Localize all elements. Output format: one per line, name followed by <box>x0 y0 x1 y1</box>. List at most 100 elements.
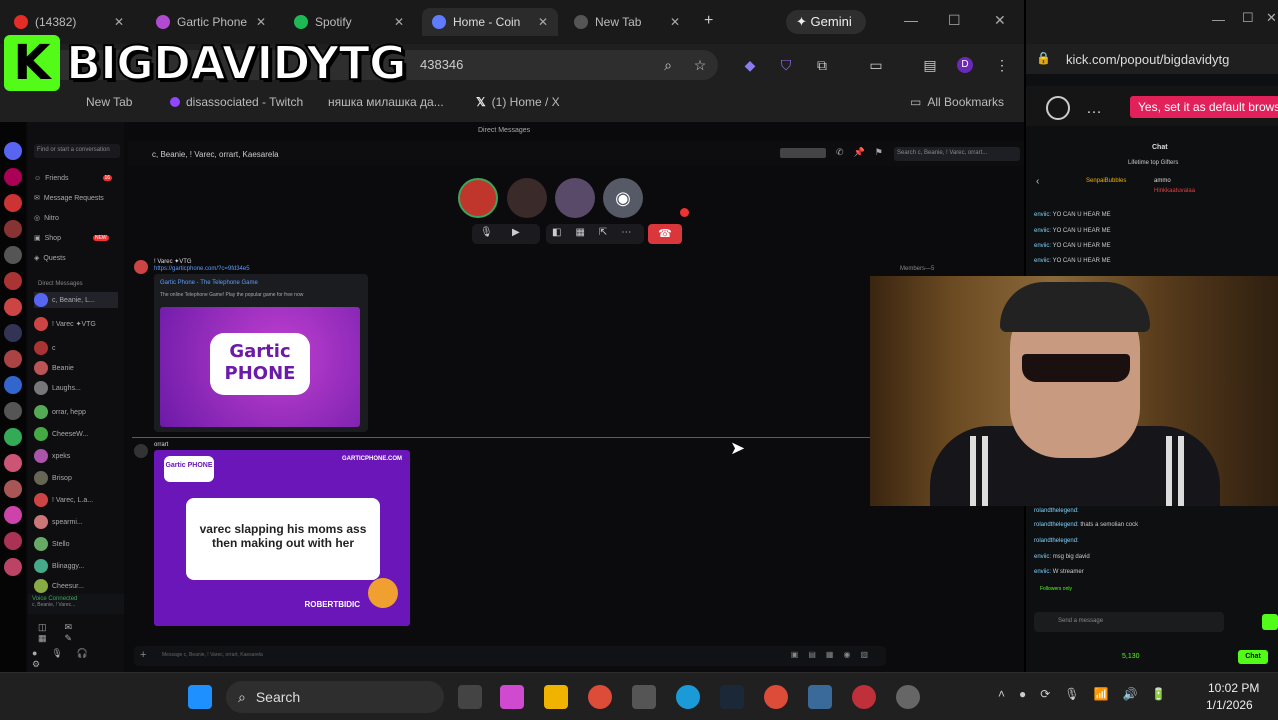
nav-message-requests[interactable]: ✉ Message Requests <box>34 190 104 206</box>
server-icon[interactable] <box>4 272 22 290</box>
system-tray[interactable]: ˄●⟳🎙📶🔊🔋 <box>998 687 1180 701</box>
task-view-icon[interactable] <box>458 685 482 709</box>
all-bookmarks[interactable]: ▭ All Bookmarks <box>910 93 1004 111</box>
chat-button[interactable]: Chat <box>1238 650 1268 664</box>
close-window-button[interactable]: ✕ <box>994 12 1006 29</box>
puzzle-icon[interactable]: ⧉ <box>814 57 830 73</box>
extension-icon[interactable]: ◆ <box>742 57 758 73</box>
zoom-icon[interactable]: ⌕ <box>660 57 676 73</box>
file-explorer-icon[interactable] <box>544 685 568 709</box>
dm-row[interactable]: Brisop <box>34 470 72 486</box>
star-icon[interactable]: ☆ <box>692 57 708 73</box>
maximize-button[interactable]: ☐ <box>948 12 961 29</box>
camera-icon[interactable]: ▶ <box>512 227 520 238</box>
set-default-browser-button[interactable]: Yes, set it as default browser <box>1130 96 1278 118</box>
profile-avatar[interactable]: D <box>957 57 973 73</box>
gartic-embed-image[interactable]: Gartic PHONE <box>160 307 360 427</box>
store-icon[interactable] <box>632 685 656 709</box>
close-tab-icon[interactable]: ✕ <box>256 15 266 29</box>
windows-start-icon[interactable] <box>188 685 212 709</box>
call-participant-avatar[interactable] <box>458 178 498 218</box>
kick-address-bar[interactable]: 🔒 kick.com/popout/bigdavidytg <box>1026 44 1278 74</box>
dm-row[interactable]: xpeks <box>34 448 70 464</box>
gartic-drawing-card[interactable]: Gartic PHONE GARTICPHONE.COM varec slapp… <box>154 450 410 626</box>
close-tab-icon[interactable]: ✕ <box>394 15 404 29</box>
server-icon[interactable] <box>4 220 22 238</box>
dm-row[interactable]: orrar, hepp <box>34 404 86 420</box>
close-tab-icon[interactable]: ✕ <box>538 15 548 29</box>
more-icon[interactable]: … <box>1086 100 1102 118</box>
chevron-left-icon[interactable]: ‹ <box>1036 176 1039 187</box>
input-actions[interactable]: ▣▤▦◉▧ <box>791 650 878 659</box>
steam-icon[interactable] <box>720 685 744 709</box>
sidepanel-icon[interactable]: ▤ <box>922 57 938 73</box>
close-window-button[interactable]: ✕ <box>1266 10 1277 26</box>
nav-quests[interactable]: ◈ Quests <box>34 250 66 266</box>
call-participant-avatar[interactable] <box>555 178 595 218</box>
server-icon[interactable] <box>4 350 22 368</box>
edge-icon[interactable] <box>676 685 700 709</box>
taskbar-search[interactable]: ⌕ Search <box>226 681 444 713</box>
server-icon[interactable] <box>4 558 22 576</box>
user-controls[interactable]: ●🎙🎧⚙ <box>32 648 124 670</box>
dm-row[interactable]: Laughs... <box>34 380 81 396</box>
dm-row[interactable]: Cheesur... <box>34 578 84 594</box>
menu-icon[interactable]: ⋮ <box>994 57 1010 73</box>
hang-up-button[interactable]: ☎ <box>648 224 682 244</box>
discord-home-icon[interactable] <box>4 142 22 160</box>
gemini-button[interactable]: ✦ Gemini <box>786 10 866 34</box>
minimize-button[interactable]: — <box>1212 12 1225 27</box>
header-actions[interactable]: ✆📌⚑ <box>836 147 893 158</box>
dm-row[interactable]: ! Varec, L.a... <box>34 492 93 508</box>
mic-icon[interactable]: 🎙 <box>480 227 493 238</box>
close-tab-icon[interactable]: ✕ <box>114 15 124 29</box>
server-icon[interactable] <box>4 376 22 394</box>
call-participant-avatar[interactable] <box>507 178 547 218</box>
server-icon[interactable] <box>4 324 22 342</box>
message-link[interactable]: https://garticphone.com/?c=9fd34e5 <box>154 266 250 272</box>
send-message-input[interactable]: Send a message <box>1034 612 1224 632</box>
dm-row[interactable]: Blinaggy... <box>34 558 84 574</box>
find-conversation-input[interactable]: Find or start a conversation <box>34 144 120 158</box>
channel-search-input[interactable]: Search c, Beanie, ! Varec, orrart... <box>894 147 1020 161</box>
dm-row[interactable]: spearmi... <box>34 514 83 530</box>
server-icon[interactable] <box>4 506 22 524</box>
tab-home-coin[interactable]: Home - Coin ✕ <box>422 8 558 36</box>
cast-icon[interactable]: ▭ <box>868 57 884 73</box>
call-actions[interactable]: ◧▦⇱⋯ <box>546 224 644 244</box>
message-author[interactable]: ! Varec ✦VTG <box>154 258 192 265</box>
chrome-profile-icon[interactable] <box>764 685 788 709</box>
server-icon[interactable] <box>4 428 22 446</box>
dm-row[interactable]: Beanie <box>34 360 74 376</box>
nav-nitro[interactable]: ◎ Nitro <box>34 210 59 226</box>
clock-date[interactable]: 1/1/2026 <box>1206 698 1253 712</box>
dm-row[interactable]: CheeseW... <box>34 426 88 442</box>
new-tab-button[interactable]: + <box>704 12 713 30</box>
server-icon[interactable] <box>4 532 22 550</box>
server-icon[interactable] <box>4 246 22 264</box>
clock-time[interactable]: 10:02 PM <box>1208 681 1259 695</box>
tab-new[interactable]: New Tab ✕ <box>564 8 690 36</box>
obs-icon[interactable] <box>896 685 920 709</box>
message-input[interactable]: + Message c, Beanie, ! Varec, orrart, Ka… <box>134 646 886 666</box>
dm-row[interactable]: ! Varec ✦VTG <box>34 316 96 332</box>
voice-controls[interactable]: ◫✉▦✎ <box>38 622 124 644</box>
dm-row[interactable]: c, Beanie, L... <box>34 292 118 308</box>
minimize-button[interactable]: — <box>904 12 918 28</box>
close-tab-icon[interactable]: ✕ <box>670 15 680 29</box>
channel-points[interactable]: 5,130 <box>1122 653 1140 660</box>
add-attachment-icon[interactable]: + <box>140 649 146 661</box>
shield-icon[interactable]: ⛉ <box>778 57 794 73</box>
maximize-button[interactable]: ☐ <box>1242 10 1254 26</box>
server-icon[interactable] <box>4 454 22 472</box>
send-button[interactable] <box>1262 614 1278 630</box>
dm-row[interactable]: c <box>34 340 56 356</box>
embed-title[interactable]: Gartic Phone - The Telephone Game <box>160 280 258 286</box>
server-icon[interactable] <box>4 298 22 316</box>
server-icon[interactable] <box>4 480 22 498</box>
nav-friends[interactable]: ☺ Friends 16 <box>34 170 113 186</box>
discord-avatar-icon[interactable]: ◉ <box>603 178 643 218</box>
nav-shop[interactable]: ▣ Shop NEW <box>34 230 109 246</box>
bookmark-x[interactable]: 𝕏 (1) Home / X <box>476 93 560 111</box>
mic-camera-controls[interactable]: 🎙 ▶ <box>472 224 540 244</box>
